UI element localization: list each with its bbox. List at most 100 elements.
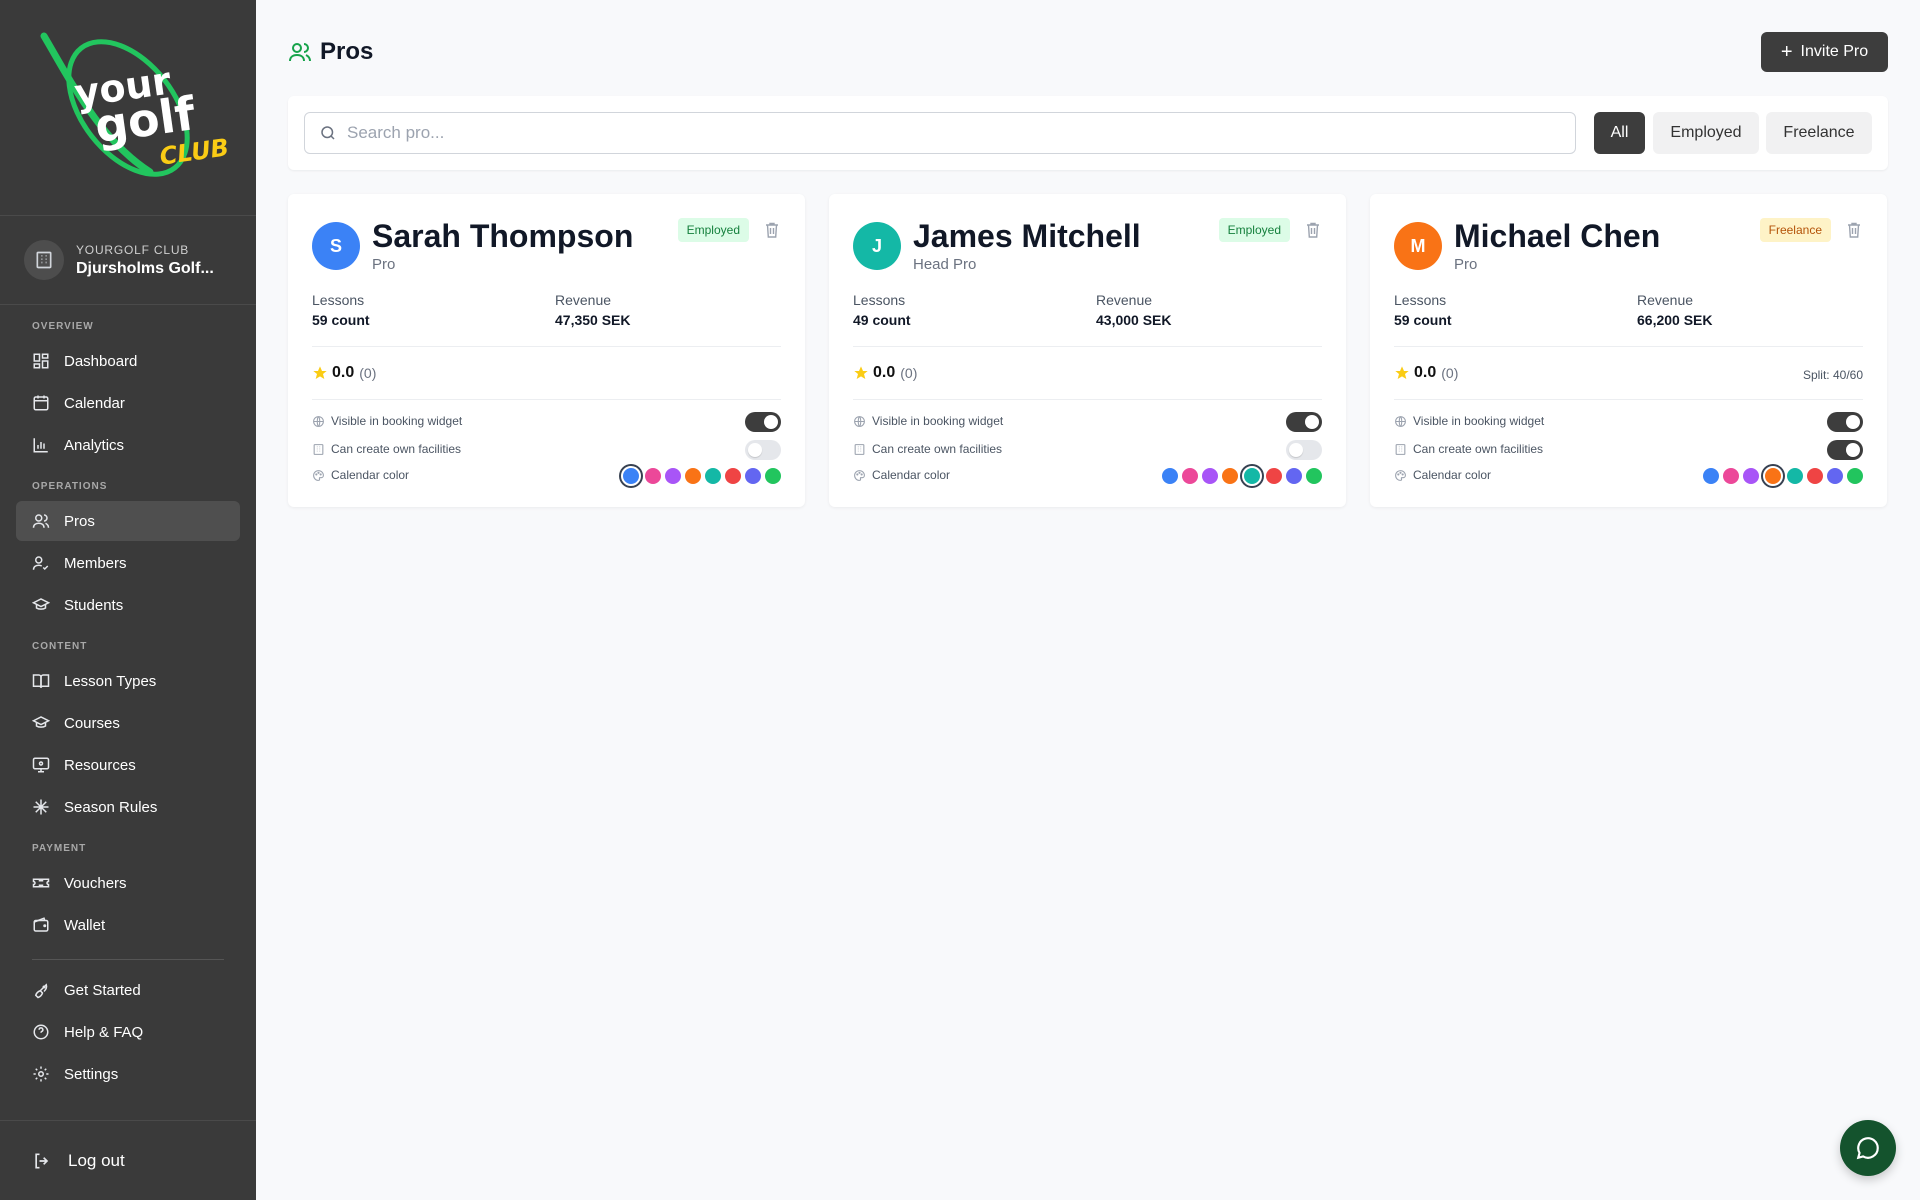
sidebar-item-get-started[interactable]: Get Started [16,970,240,1010]
color-swatch-red[interactable] [1807,468,1823,484]
sidebar-item-season-rules[interactable]: Season Rules [16,787,240,827]
sidebar-item-calendar[interactable]: Calendar [16,383,240,423]
color-swatch-blue[interactable] [1162,468,1178,484]
invite-pro-label: Invite Pro [1800,43,1869,60]
avatar: S [312,222,360,270]
color-swatch-green[interactable] [765,468,781,484]
color-swatch-pink[interactable] [1723,468,1739,484]
sidebar-item-dashboard[interactable]: Dashboard [16,341,240,381]
sidebar-item-resources[interactable]: Resources [16,745,240,785]
sidebar-item-settings[interactable]: Settings [16,1054,240,1094]
visible-toggle[interactable] [745,412,781,432]
pro-role: Pro [1454,256,1478,273]
sidebar-item-help[interactable]: Help & FAQ [16,1012,240,1052]
color-swatch-orange[interactable] [685,468,701,484]
invite-pro-button[interactable]: + Invite Pro [1761,32,1888,72]
calendar-icon [33,395,49,411]
sidebar: your golf CLUB YOURGOLF CLUB Djursholms … [0,0,256,1200]
divider [1394,399,1863,400]
color-swatch-purple[interactable] [1743,468,1759,484]
brand-logo[interactable]: your golf CLUB [0,0,256,216]
color-swatch-teal[interactable] [705,468,721,484]
color-swatch-teal[interactable] [1787,468,1803,484]
toggle-knob [748,443,762,457]
sidebar-item-wallet[interactable]: Wallet [16,905,240,945]
sidebar-item-students[interactable]: Students [16,585,240,625]
color-swatch-blue[interactable] [1703,468,1719,484]
lessons-label: Lessons [312,292,365,308]
pro-name: James Mitchell [913,218,1141,254]
color-swatch-green[interactable] [1306,468,1322,484]
color-swatch-blue[interactable] [621,466,641,486]
search-field[interactable] [304,112,1576,154]
sidebar-item-label: Settings [64,1065,119,1083]
sidebar-item-label: Analytics [64,436,125,454]
logout-button[interactable]: Log out [0,1120,256,1200]
sidebar-item-label: Courses [64,714,120,732]
sidebar-item-vouchers[interactable]: Vouchers [16,863,240,903]
toggle-knob [764,415,778,429]
color-swatch-indigo[interactable] [1827,468,1843,484]
setting-calendar-color: Calendar color [1394,468,1491,482]
sidebar-item-courses[interactable]: Courses [16,703,240,743]
facilities-toggle[interactable] [745,440,781,460]
page-title: Pros [320,38,374,65]
main-content: Pros + Invite Pro All Employed Freelance… [256,0,1920,1200]
color-swatch-green[interactable] [1847,468,1863,484]
rocket-icon [34,983,48,999]
search-input[interactable] [347,123,1547,143]
club-switcher[interactable]: YOURGOLF CLUB Djursholms Golf... [0,216,256,305]
facilities-toggle[interactable] [1827,440,1863,460]
help-circle-icon [33,1024,49,1040]
visible-toggle[interactable] [1827,412,1863,432]
color-swatch-purple[interactable] [1202,468,1218,484]
pro-card[interactable]: M Michael Chen Pro Freelance Lessons 59 … [1370,194,1887,507]
visible-toggle[interactable] [1286,412,1322,432]
analytics-icon [33,438,48,453]
color-swatch-indigo[interactable] [1286,468,1302,484]
sidebar-item-label: Students [64,596,124,614]
setting-label: Calendar color [331,468,410,482]
sidebar-item-pros[interactable]: Pros [16,501,240,541]
sidebar-item-label: Get Started [64,981,141,999]
setting-label: Can create own facilities [1413,442,1544,456]
monitor-icon [32,757,50,773]
color-swatch-pink[interactable] [1182,468,1198,484]
trash-icon[interactable] [765,222,779,238]
facilities-toggle[interactable] [1286,440,1322,460]
users-icon [289,43,311,62]
color-swatch-indigo[interactable] [745,468,761,484]
graduation-cap-icon [32,716,50,728]
trash-icon[interactable] [1306,222,1320,238]
graduation-cap-icon [32,598,50,610]
pro-card[interactable]: S Sarah Thompson Pro Employed Lessons 59… [288,194,805,507]
color-swatch-orange[interactable] [1222,468,1238,484]
setting-create-facilities: Can create own facilities [312,442,461,456]
trash-icon[interactable] [1847,222,1861,238]
sidebar-item-lesson-types[interactable]: Lesson Types [16,661,240,701]
chat-button[interactable] [1840,1120,1896,1176]
sidebar-item-label: Resources [64,756,136,774]
color-swatch-orange[interactable] [1763,466,1783,486]
color-swatch-teal[interactable] [1242,466,1262,486]
color-swatch-red[interactable] [1266,468,1282,484]
filter-employed-button[interactable]: Employed [1653,112,1759,154]
dashboard-icon [33,353,49,369]
pro-card[interactable]: J James Mitchell Head Pro Employed Lesso… [829,194,1346,507]
filter-all-button[interactable]: All [1594,112,1645,154]
color-swatch-purple[interactable] [665,468,681,484]
revenue-label: Revenue [555,292,612,308]
setting-calendar-color: Calendar color [312,468,409,482]
color-swatch-red[interactable] [725,468,741,484]
golf-club-logo-icon: your golf CLUB [40,32,231,177]
revenue-value: 66,200 SEK [1637,312,1713,328]
sidebar-item-members[interactable]: Members [16,543,240,583]
sidebar-item-analytics[interactable]: Analytics [16,425,240,465]
color-picker [617,466,781,486]
toggle-knob [1846,415,1860,429]
sidebar-item-label: Vouchers [64,874,127,892]
revenue-split: Split: 40/60 [1802,368,1863,382]
color-swatch-pink[interactable] [645,468,661,484]
filter-freelance-button[interactable]: Freelance [1766,112,1872,154]
setting-label: Visible in booking widget [331,414,463,428]
